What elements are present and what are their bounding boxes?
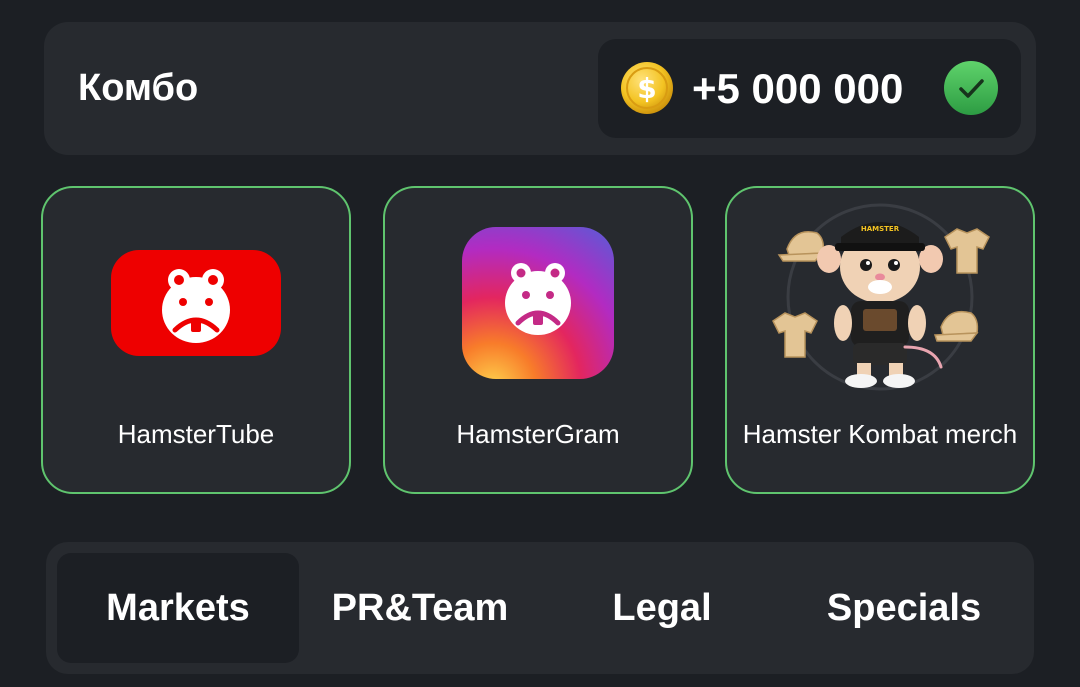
hamster-merch-image: HAMSTER [772,203,990,391]
card-label: HamsterTube [117,419,275,449]
combo-reward: $ +5 000 000 [598,39,1021,138]
reward-amount: +5 000 000 [692,65,904,112]
svg-text:$: $ [637,72,656,105]
card-label: Hamster Kombat merch [742,419,1018,449]
combo-card-hamstergram[interactable]: HamsterGram [383,186,693,494]
combo-card-hamstertube[interactable]: HamsterTube [41,186,351,494]
coin-icon: $ [621,62,673,114]
tab-pr-team[interactable]: PR&Team [299,553,541,663]
card-label: HamsterGram [456,419,620,449]
hamstergram-icon [462,227,614,379]
combo-title: Комбо [78,67,199,109]
checkmark-icon [944,61,998,115]
category-tabs: Markets PR&Team Legal Specials [46,542,1034,674]
tab-legal[interactable]: Legal [541,553,783,663]
combo-header: Комбо $ +5 000 000 [44,22,1036,155]
hamstertube-icon [111,250,281,356]
tab-specials[interactable]: Specials [783,553,1025,663]
svg-text:HAMSTER: HAMSTER [861,225,900,233]
combo-card-hamster-merch[interactable]: HAMSTER Hamster Kombat merch [725,186,1035,494]
tab-markets[interactable]: Markets [57,553,299,663]
